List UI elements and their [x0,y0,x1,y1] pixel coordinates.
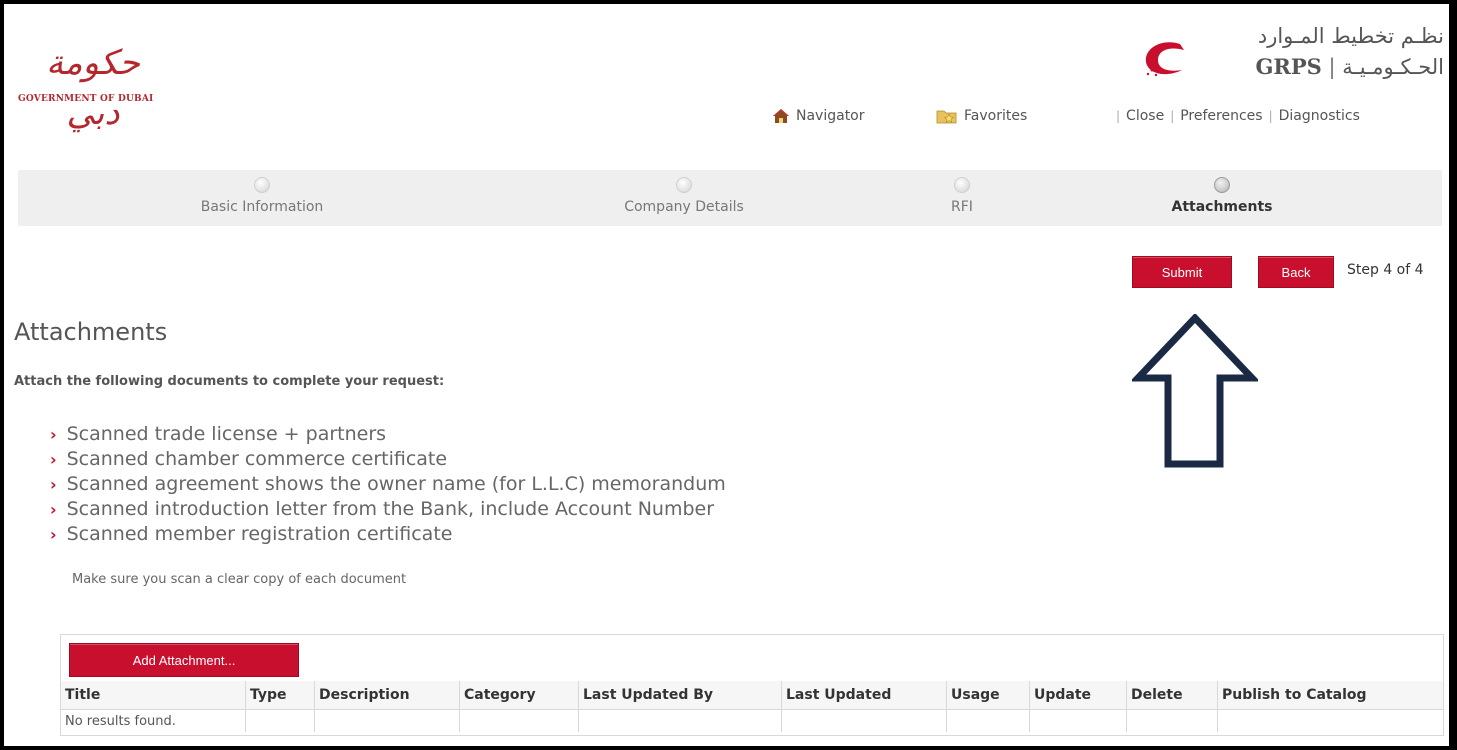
grps-logo-arabic-line1: نظـم تخطيط المـوارد [1257,24,1444,48]
list-item: › Scanned trade license + partners [50,422,726,447]
chevron-right-icon: › [50,500,57,519]
table-cell [314,709,460,732]
train-stop-company-details[interactable]: Company Details [554,170,814,226]
grps-logo-line2: الحـكـومـيـة | GRPS [1256,54,1445,79]
table-cell [1126,709,1218,732]
train-stop-label: Company Details [624,199,744,215]
favorites-folder-star-icon [936,110,957,124]
preferences-link[interactable]: Preferences [1180,108,1262,124]
column-header-delete[interactable]: Delete [1126,681,1218,710]
favorites-label: Favorites [964,108,1028,124]
submit-button[interactable]: Submit [1132,256,1232,288]
favorites-link[interactable]: Favorites [936,108,1027,124]
train-stop-indicator-icon [1214,177,1230,193]
instructions-text: Attach the following documents to comple… [14,374,445,389]
column-header-publish-to-catalog[interactable]: Publish to Catalog [1217,681,1443,710]
grps-logo-arabic-line2: الحـكـومـيـة [1342,55,1444,79]
up-arrow-annotation-icon [1132,314,1258,468]
close-link[interactable]: Close [1126,108,1164,124]
gov-logo-arabic: حكومة دبي [46,43,140,133]
nav-separator: | [1116,109,1121,123]
home-icon [773,109,789,123]
navigator-link[interactable]: Navigator [772,108,865,124]
page-title: Attachments [14,318,168,346]
column-header-last-updated[interactable]: Last Updated [781,681,947,710]
table-cell [1218,710,1444,733]
column-header-usage[interactable]: Usage [946,681,1030,710]
document-label: Scanned member registration certificate [66,523,453,545]
table-row: No results found. [61,709,1444,733]
train-stop-label: RFI [951,199,973,215]
column-header-update[interactable]: Update [1029,681,1127,710]
column-header-category[interactable]: Category [459,681,579,710]
train-stop-rfi[interactable]: RFI [832,170,1092,226]
document-label: Scanned trade license + partners [66,423,387,445]
app-frame: حكومة دبي GOVERNMENT OF DUBAI نظـم تخطيط… [4,4,1449,746]
document-label: Scanned agreement shows the owner name (… [66,473,726,495]
chevron-right-icon: › [50,425,57,444]
column-header-title[interactable]: Title [61,681,246,710]
attachments-table-panel: Add Attachment... Title Type Description… [60,634,1444,736]
train-stop-attachments: Attachments [1092,170,1352,226]
list-item: › Scanned introduction letter from the Ba… [50,497,726,522]
nav-separator: | [1170,109,1175,123]
chevron-right-icon: › [50,525,57,544]
diagnostics-link[interactable]: Diagnostics [1279,108,1360,124]
process-train: Basic Information Company Details RFI At… [18,170,1442,226]
step-indicator: Step 4 of 4 [1347,262,1424,278]
column-header-description[interactable]: Description [314,681,460,710]
attachments-table: Title Type Description Category Last Upd… [61,681,1443,732]
nav-separator: | [1268,109,1273,123]
close-link-wrap: | Close | Preferences | Diagnostics [1116,108,1360,124]
train-stop-indicator-icon [254,177,270,193]
table-cell [459,709,579,732]
chevron-right-icon: › [50,475,57,494]
column-header-last-updated-by[interactable]: Last Updated By [578,681,782,710]
train-stop-label: Basic Information [200,199,324,215]
table-cell [781,709,947,732]
table-cell [578,709,782,732]
train-stop-label: Attachments [1171,199,1273,215]
table-cell [946,709,1030,732]
list-item: › Scanned member registration certificate [50,522,726,547]
grps-swoosh-icon [1145,42,1184,77]
train-stop-indicator-icon [954,177,970,193]
document-label: Scanned chamber commerce certificate [66,448,448,470]
list-item: › Scanned agreement shows the owner name … [50,472,726,497]
add-attachment-button[interactable]: Add Attachment... [69,643,299,677]
list-item: › Scanned chamber commerce certificate [50,447,726,472]
grps-logo-latin: GRPS [1255,54,1322,79]
train-stop-basic-information[interactable]: Basic Information [132,170,392,226]
table-header-row: Title Type Description Category Last Upd… [61,681,1443,710]
global-nav: Navigator Favorites | Close | Preference… [4,108,1449,132]
train-stop-indicator-icon [676,177,692,193]
empty-results-cell: No results found. [61,709,246,732]
gov-logo-english: GOVERNMENT OF DUBAI [18,94,154,104]
table-cell [245,709,315,732]
required-documents-list: › Scanned trade license + partners › Scann… [50,422,726,547]
navigator-label: Navigator [796,108,865,124]
document-label: Scanned introduction letter from the Ban… [66,498,715,520]
grps-logo: نظـم تخطيط المـوارد الحـكـومـيـة | GRPS [1134,16,1446,82]
scan-note: Make sure you scan a clear copy of each … [72,572,407,587]
grps-logo-separator: | [1328,55,1336,79]
column-header-type[interactable]: Type [245,681,315,710]
chevron-right-icon: › [50,450,57,469]
back-button[interactable]: Back [1258,256,1334,288]
government-of-dubai-logo: حكومة دبي GOVERNMENT OF DUBAI [10,20,170,133]
table-cell [1029,709,1127,732]
